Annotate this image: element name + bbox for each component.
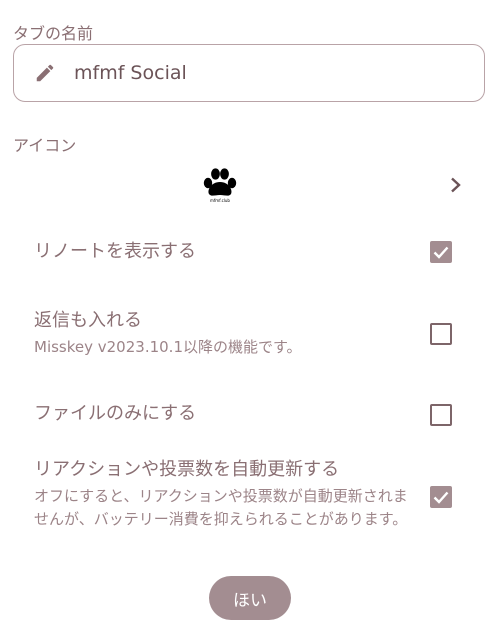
option-description: オフにすると、リアクションや投票数が自動更新されませんが、バッテリー消費を抑えら… xyxy=(34,487,408,528)
tab-name-field[interactable] xyxy=(13,44,485,102)
files-only-checkbox[interactable] xyxy=(430,404,452,426)
tab-name-label: タブの名前 xyxy=(13,24,94,43)
ok-button[interactable]: ほい xyxy=(209,576,291,620)
icon-caption: mfmf.club xyxy=(210,198,230,203)
option-title: ファイルのみにする xyxy=(34,403,197,424)
option-files-only[interactable]: ファイルのみにする xyxy=(34,401,474,427)
pencil-icon xyxy=(36,64,54,82)
checkmark-icon xyxy=(433,246,449,259)
tab-name-input[interactable] xyxy=(74,62,434,84)
chevron-right-icon xyxy=(451,177,461,193)
show-renotes-checkbox[interactable] xyxy=(430,241,452,263)
include-replies-checkbox[interactable] xyxy=(430,323,452,345)
option-include-replies[interactable]: 返信も入れる Misskey v2023.10.1以降の機能です。 xyxy=(34,308,474,359)
checkmark-icon xyxy=(433,491,449,504)
option-auto-update-reactions[interactable]: リアクションや投票数を自動更新する オフにすると、リアクションや投票数が自動更新… xyxy=(34,457,414,531)
icon-label: アイコン xyxy=(13,136,77,155)
auto-update-reactions-checkbox[interactable] xyxy=(430,486,452,508)
option-title: リアクションや投票数を自動更新する xyxy=(34,459,340,480)
option-show-renotes[interactable]: リノートを表示する xyxy=(34,239,474,265)
option-description: Misskey v2023.10.1以降の機能です。 xyxy=(34,338,302,356)
icon-selector-row[interactable]: mfmf.club xyxy=(0,160,500,216)
option-title: 返信も入れる xyxy=(34,310,142,331)
option-title: リノートを表示する xyxy=(34,241,196,262)
